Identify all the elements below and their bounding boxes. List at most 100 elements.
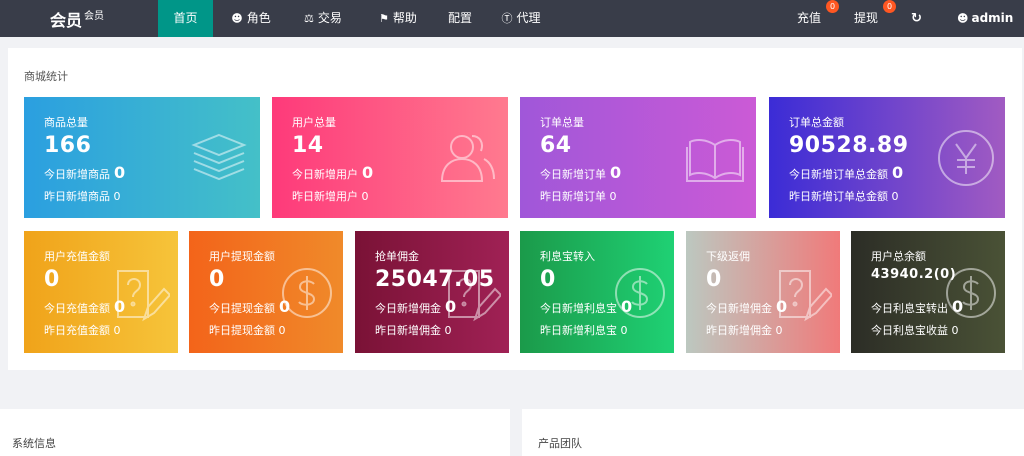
card-today-label: 今日新增订单: [540, 168, 606, 181]
card-yesterday: 今日利息宝收益 0: [871, 324, 959, 337]
nav-config[interactable]: 配置: [440, 0, 480, 37]
withdraw-badge: 0: [883, 0, 896, 13]
nav-label: 交易: [317, 11, 342, 25]
recharge-link[interactable]: 充值: [797, 0, 821, 37]
card-yesterday: 昨日提现金额 0: [209, 324, 286, 337]
nav-agent[interactable]: Ⓣ 代理: [496, 0, 546, 37]
card-title: 订单总金额: [789, 116, 844, 129]
stat-card-grab-commission: 抢单佣金 25047.05 今日新增佣金 0 昨日新增佣金 0: [355, 231, 509, 353]
dollar-circle-icon: [946, 268, 996, 318]
nav-label: 配置: [447, 11, 472, 25]
card-title: 用户提现金额: [209, 250, 275, 263]
card-today-label: 今日提现金额: [209, 302, 275, 315]
card-title: 用户充值金额: [44, 250, 110, 263]
card-today-label: 今日利息宝转出: [871, 302, 948, 315]
stat-card-user-recharge: 用户充值金额 0 今日充值金额 0 昨日充值金额 0: [24, 231, 178, 353]
card-value: 0: [706, 267, 722, 292]
withdraw-label: 提现: [854, 11, 879, 25]
withdraw-link[interactable]: 提现: [854, 0, 878, 37]
nav-label: 帮助: [392, 11, 417, 25]
dollar-circle-icon: Ⓣ: [501, 12, 513, 25]
card-today-value: 0: [892, 163, 904, 182]
users-icon: [440, 135, 495, 182]
card-today: 今日新增订单 0: [540, 163, 621, 182]
card-today: 今日提现金额 0: [209, 297, 290, 316]
card-title: 用户总量: [292, 116, 336, 129]
card-value: 64: [540, 133, 572, 158]
system-info-panel: 系统信息: [0, 409, 510, 456]
nav-label: 代理: [516, 11, 541, 25]
card-yesterday: 昨日充值金额 0: [44, 324, 121, 337]
yen-circle-icon: [938, 130, 994, 186]
panel-title: 系统信息: [12, 437, 56, 450]
card-yesterday: 昨日新增佣金 0: [375, 324, 452, 337]
card-today-label: 今日新增佣金: [375, 302, 441, 315]
panel-title: 商城统计: [24, 70, 68, 83]
dollar-circle-icon: [615, 268, 665, 318]
top-navbar: 会员 会员 首页 ☻ 角色 ⚖ 交易 ⚑ 帮助 配置 Ⓣ 代理 充值 0 提现 0 ↻ …: [0, 0, 1024, 37]
card-today-value: 0: [362, 163, 374, 182]
stat-card-users: 用户总量 14 今日新增用户 0 昨日新增用户 0: [272, 97, 508, 218]
card-today-label: 今日充值金额: [44, 302, 110, 315]
card-yesterday: 昨日新增佣金 0: [706, 324, 783, 337]
user-menu[interactable]: ☻ admin: [957, 0, 1013, 37]
card-today-value: 0: [114, 163, 126, 182]
recharge-badge: 0: [826, 0, 839, 13]
card-today-label: 今日新增佣金: [706, 302, 772, 315]
book-icon: [686, 139, 744, 182]
card-value: 14: [292, 133, 324, 158]
panel-title: 产品团队: [538, 437, 582, 450]
layers-icon: [191, 133, 247, 181]
card-today-label: 今日新增利息宝: [540, 302, 617, 315]
card-value: 166: [44, 133, 92, 158]
stat-card-user-withdraw: 用户提现金额 0 今日提现金额 0 昨日提现金额 0: [189, 231, 343, 353]
nav-label: 角色: [246, 11, 271, 25]
card-today: 今日新增用户 0: [292, 163, 373, 182]
card-today-label: 今日新增商品: [44, 168, 110, 181]
card-today-label: 今日新增用户: [292, 168, 358, 181]
card-value: 90528.89: [789, 133, 909, 158]
card-value: 0: [540, 267, 556, 292]
brand-subtitle: 会员: [84, 11, 104, 22]
card-today: 今日充值金额 0: [44, 297, 125, 316]
question-edit-icon: [779, 270, 832, 322]
dollar-circle-icon: [282, 268, 332, 318]
card-yesterday: 昨日新增商品 0: [44, 190, 121, 203]
flag-icon: ⚑: [379, 12, 389, 25]
card-today: 今日新增佣金 0: [706, 297, 787, 316]
recharge-label: 充值: [797, 11, 822, 25]
nav-label: 首页: [173, 11, 198, 25]
user-icon: ☻: [231, 12, 243, 25]
card-yesterday: 昨日新增用户 0: [292, 190, 369, 203]
nav-home[interactable]: 首页: [158, 0, 213, 37]
card-today: 今日新增佣金 0: [375, 297, 456, 316]
card-title: 商品总量: [44, 116, 88, 129]
stat-card-total-balance: 用户总余额 43940.2(0) 今日利息宝转出 0 今日利息宝收益 0: [851, 231, 1005, 353]
card-today-label: 今日新增订单总金额: [789, 168, 888, 181]
question-edit-icon: [117, 270, 170, 322]
card-yesterday: 昨日新增订单总金额 0: [789, 190, 899, 203]
stat-card-products: 商品总量 166 今日新增商品 0 昨日新增商品 0: [24, 97, 260, 218]
card-today: 今日新增商品 0: [44, 163, 125, 182]
refresh-icon[interactable]: ↻: [911, 0, 922, 37]
card-title: 下级返佣: [706, 250, 750, 263]
nav-help[interactable]: ⚑ 帮助: [368, 0, 428, 37]
nav-trade[interactable]: ⚖ 交易: [293, 0, 353, 37]
card-value: 43940.2(0): [871, 267, 957, 282]
user-icon: ☻: [957, 12, 969, 25]
brand-title: 会员: [50, 11, 83, 30]
stat-card-yuebao-in: 利息宝转入 0 今日新增利息宝 0 昨日新增利息宝 0: [520, 231, 674, 353]
card-title: 用户总余额: [871, 250, 926, 263]
card-value: 0: [44, 267, 60, 292]
product-team-panel: 产品团队: [522, 409, 1024, 456]
card-today: 今日新增订单总金额 0: [789, 163, 903, 182]
card-title: 利息宝转入: [540, 250, 595, 263]
scale-icon: ⚖: [304, 12, 314, 25]
card-yesterday: 昨日新增订单 0: [540, 190, 617, 203]
stat-card-orders: 订单总量 64 今日新增订单 0 昨日新增订单 0: [520, 97, 756, 218]
nav-role[interactable]: ☻ 角色: [221, 0, 281, 37]
stat-card-order-amount: 订单总金额 90528.89 今日新增订单总金额 0 昨日新增订单总金额 0: [769, 97, 1005, 218]
question-edit-icon: [448, 270, 501, 322]
stat-card-sub-commission: 下级返佣 0 今日新增佣金 0 昨日新增佣金 0: [686, 231, 840, 353]
card-value: 0: [209, 267, 225, 292]
